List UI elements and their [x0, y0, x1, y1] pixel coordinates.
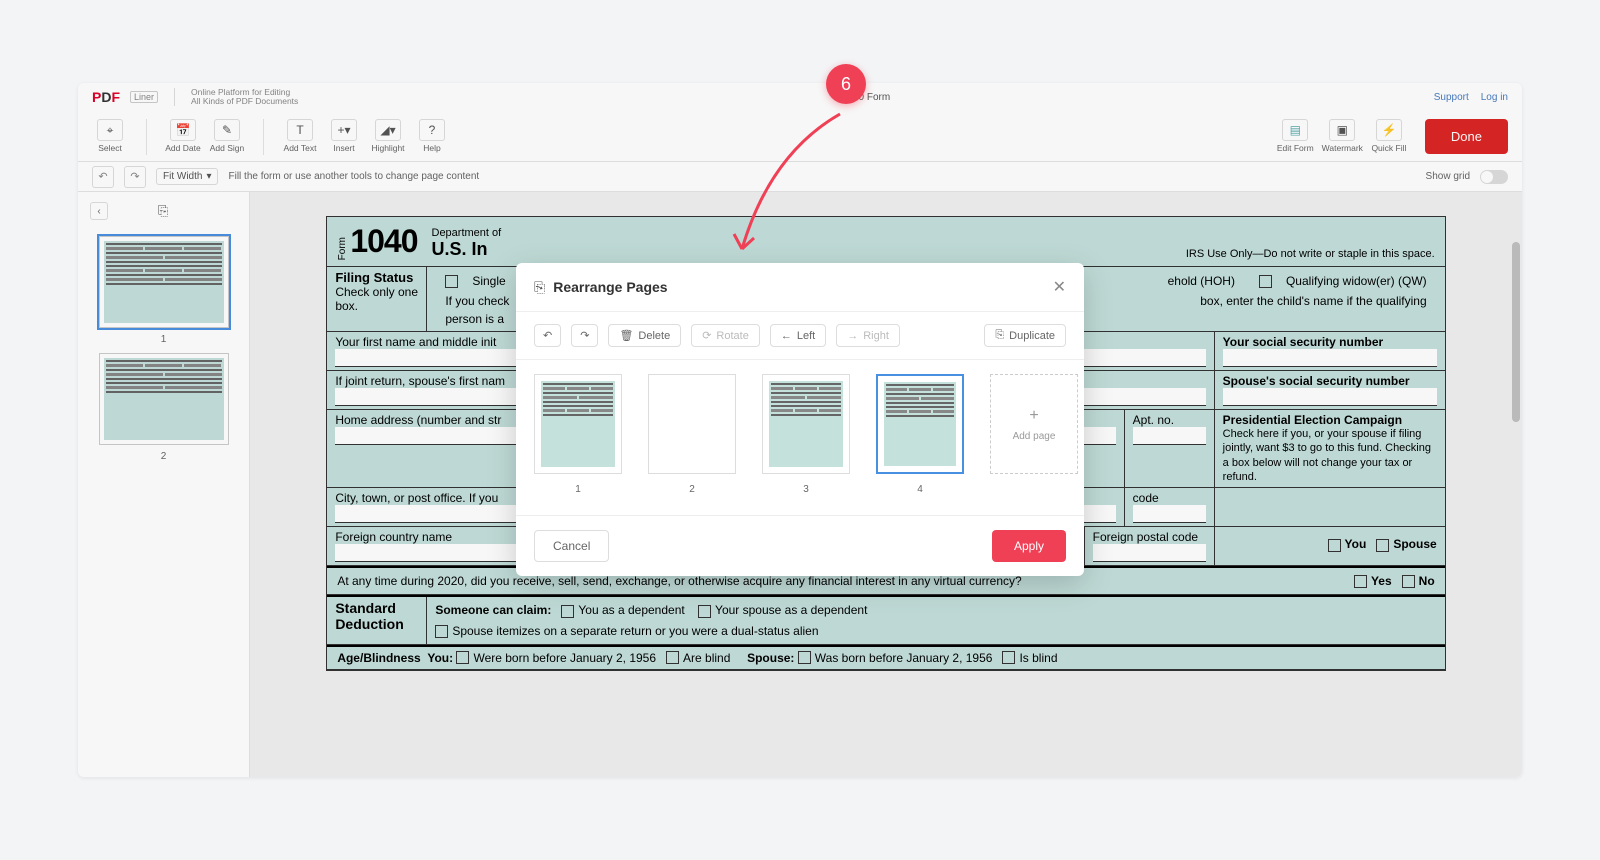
modal-page-4[interactable]: 4 — [876, 374, 964, 495]
copy-icon: ⎘ — [995, 329, 1004, 342]
add-page-button[interactable]: +Add page — [990, 374, 1078, 495]
close-button[interactable]: ✕ — [1053, 277, 1066, 297]
rearrange-pages-modal: ⎘ Rearrange Pages ✕ ↶ ↷ 🗑Delete ⟳Rotate … — [516, 263, 1084, 576]
duplicate-button[interactable]: ⎘Duplicate — [984, 324, 1066, 347]
pages-icon: ⎘ — [534, 279, 545, 296]
apply-button[interactable]: Apply — [992, 530, 1066, 562]
modal-undo-button[interactable]: ↶ — [534, 324, 561, 347]
modal-page-2[interactable]: 2 — [648, 374, 736, 495]
modal-page-3[interactable]: 3 — [762, 374, 850, 495]
modal-redo-button[interactable]: ↷ — [571, 324, 598, 347]
callout-arrow — [720, 94, 860, 274]
trash-icon: 🗑 — [619, 329, 633, 342]
delete-button[interactable]: 🗑Delete — [608, 324, 681, 347]
move-right-button[interactable]: →Right — [836, 324, 900, 347]
arrow-left-icon: ← — [781, 330, 792, 342]
rotate-button[interactable]: ⟳Rotate — [691, 324, 760, 347]
arrow-right-icon: → — [847, 330, 858, 342]
plus-icon: + — [1029, 407, 1038, 425]
modal-title: Rearrange Pages — [553, 279, 1052, 295]
move-left-button[interactable]: ←Left — [770, 324, 826, 347]
modal-page-1[interactable]: 1 — [534, 374, 622, 495]
rotate-icon: ⟳ — [702, 329, 711, 342]
cancel-button[interactable]: Cancel — [534, 530, 609, 562]
